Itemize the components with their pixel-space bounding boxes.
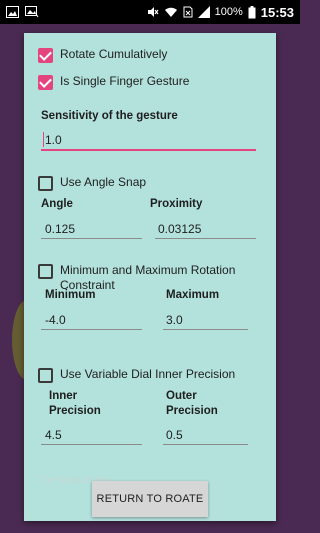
gallery-notification-icon [25,6,39,18]
proximity-heading: Proximity [150,198,203,210]
single-finger-option[interactable]: Is Single Finger Gesture [38,74,189,90]
outer-precision-input[interactable]: 0.5 [166,428,183,442]
inner-precision-heading: Inner Precision [49,390,101,417]
rotate-cumulatively-option[interactable]: Rotate Cumulatively [38,47,167,63]
angle-input[interactable]: 0.125 [45,222,75,236]
angle-snap-label: Use Angle Snap [60,175,147,189]
maximum-heading: Maximum [166,289,220,301]
no-sim-icon [183,6,193,18]
maximum-input-underline [163,329,248,330]
angle-input-underline [41,238,142,239]
variable-dial-label: Use Variable Dial Inner Precision [60,367,236,381]
image-notification-icon [6,6,19,18]
sensitivity-input-underline [41,149,256,151]
angle-snap-option[interactable]: Use Angle Snap [38,175,146,191]
outer-precision-input-underline [163,444,248,445]
mute-icon [147,6,159,18]
variable-dial-option[interactable]: Use Variable Dial Inner Precision [38,367,235,383]
minimum-input[interactable]: -4.0 [45,313,66,327]
variable-dial-checkbox[interactable] [38,368,53,383]
minimum-input-underline [41,329,142,330]
rotate-cumulatively-checkbox[interactable] [38,48,53,63]
proximity-input-underline [155,238,256,239]
wifi-icon [164,6,178,18]
return-to-rotate-button[interactable]: RETURN TO ROATE [92,481,208,517]
signal-icon [197,6,210,18]
minimum-heading: Minimum [45,289,96,301]
single-finger-label: Is Single Finger Gesture [60,74,190,88]
maximum-input[interactable]: 3.0 [166,313,183,327]
outer-precision-heading: Outer Precision [166,390,218,417]
min-max-checkbox[interactable] [38,264,53,279]
sensitivity-input[interactable]: 1.0 [45,133,62,147]
sensitivity-heading: Sensitivity of the gesture [41,110,178,122]
settings-dialog: Rotate Cumulatively Is Single Finger Ges… [24,33,276,521]
angle-snap-checkbox[interactable] [38,176,53,191]
battery-percentage: 100% [214,6,243,18]
inner-precision-input[interactable]: 4.5 [45,428,62,442]
single-finger-checkbox[interactable] [38,75,53,90]
angle-heading: Angle [41,198,73,210]
clock: 15:53 [260,4,294,20]
text-cursor [43,132,44,147]
inner-precision-input-underline [41,444,142,445]
battery-icon [248,5,256,19]
proximity-input[interactable]: 0.03125 [158,222,201,236]
rotate-cumulatively-label: Rotate Cumulatively [60,47,168,61]
status-bar: 100% 15:53 [0,0,300,24]
